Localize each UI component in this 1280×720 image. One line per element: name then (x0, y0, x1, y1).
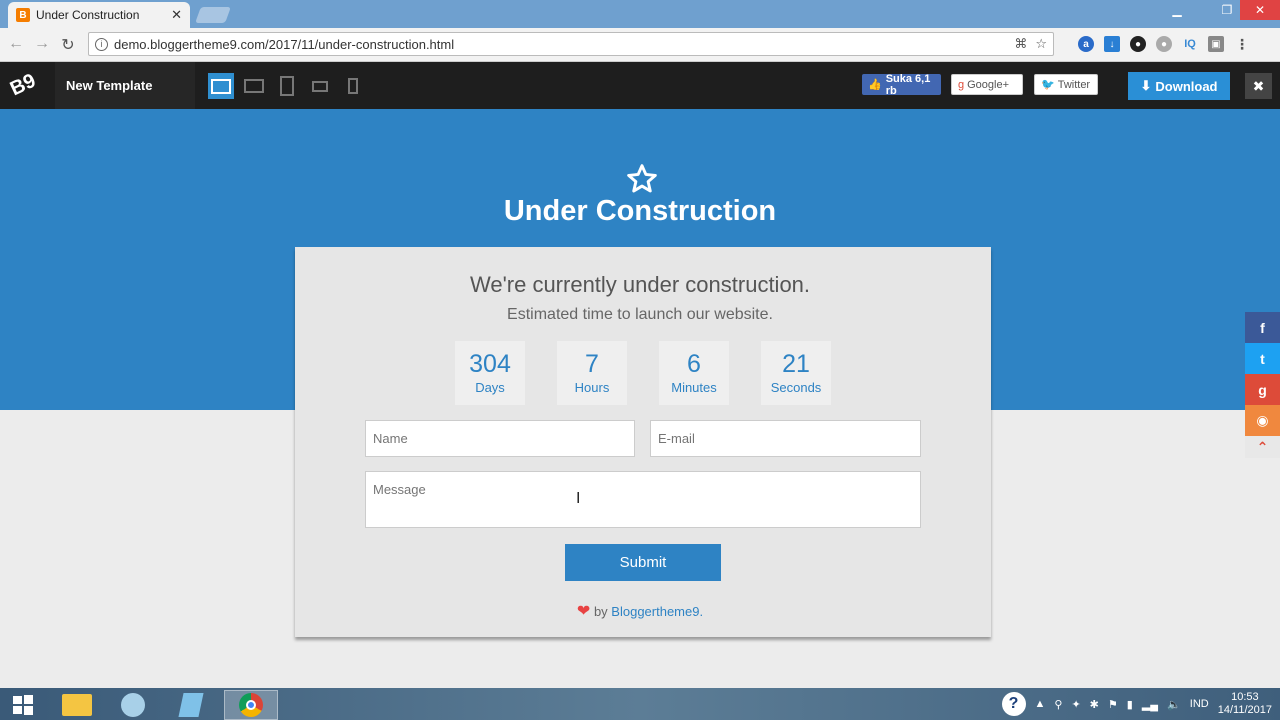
tablet-landscape-view-icon[interactable] (307, 73, 333, 99)
extension-grey-icon[interactable]: ● (1156, 36, 1172, 52)
laptop-view-icon[interactable] (241, 73, 267, 99)
star-icon (627, 164, 657, 193)
battery-icon[interactable]: ▮ (1127, 698, 1133, 711)
facebook-like-label: Suka 6,1 rb (885, 72, 931, 97)
countdown-value: 21 (782, 350, 810, 378)
signal-icon[interactable]: ▂▄ (1142, 698, 1158, 711)
message-field[interactable] (365, 471, 921, 528)
tablet-view-icon[interactable] (274, 73, 300, 99)
chrome-taskbar-icon[interactable] (224, 690, 278, 720)
extension-box-icon[interactable]: ▣ (1208, 36, 1224, 52)
phone-view-icon[interactable] (340, 73, 366, 99)
bookmark-star-icon[interactable]: ☆ (1035, 36, 1047, 52)
construction-subheadline: Estimated time to launch our website. (507, 306, 773, 323)
close-window-icon[interactable]: ✕ (1240, 0, 1280, 20)
facebook-share-icon[interactable]: f (1245, 312, 1280, 343)
download-label: Download (1155, 78, 1218, 94)
tab-title: Under Construction (36, 8, 140, 22)
clock-time: 10:53 (1231, 691, 1259, 703)
volume-icon[interactable]: 🔈 (1167, 698, 1181, 711)
dropbox-icon[interactable]: ✦ (1071, 698, 1080, 711)
rss-icon[interactable]: ◉ (1245, 405, 1280, 436)
google-plus-label: Google+ (967, 78, 1010, 91)
extension-dark-icon[interactable]: ● (1130, 36, 1146, 52)
text-cursor-icon: I (576, 490, 581, 507)
bloggertheme9-link[interactable]: Bloggertheme9. (611, 604, 703, 619)
clock-date: 14/11/2017 (1217, 704, 1272, 716)
site-info-icon[interactable]: i (95, 37, 108, 51)
download-extension-icon[interactable]: ↓ (1104, 36, 1120, 52)
twitter-share-icon[interactable]: t (1245, 343, 1280, 374)
credit-by: by (593, 604, 608, 619)
extension-a-icon[interactable]: a (1078, 36, 1094, 52)
thumbs-up-icon: 👍 (868, 79, 882, 91)
page-title: Under Construction (503, 195, 777, 227)
twitter-share-button[interactable]: 🐦 Twitter (1034, 74, 1098, 95)
help-icon[interactable]: ? (1001, 692, 1026, 716)
windows-taskbar: ? ▲ ⚲ ✦ ✱ ⚑ ▮ ▂▄ 🔈 IND 10:53 14/11/2017 (0, 688, 1280, 720)
tray-expand-icon[interactable]: ▲ (1035, 698, 1046, 710)
email-field[interactable] (650, 420, 921, 457)
new-tab-button[interactable] (195, 7, 231, 23)
countdown-value: 7 (585, 350, 599, 378)
extension-icons: a ↓ ● ● IQ ▣ ⋮ (1078, 36, 1250, 52)
facebook-like-button[interactable]: 👍 Suka 6,1 rb (862, 72, 941, 97)
countdown-label: Seconds (770, 380, 822, 395)
forward-arrow-icon[interactable]: → (32, 35, 52, 53)
chrome-menu-icon[interactable]: ⋮ (1234, 36, 1250, 52)
countdown-value: 304 (469, 350, 511, 378)
heart-icon: ❤ (576, 603, 591, 620)
file-explorer-icon[interactable] (52, 690, 102, 720)
windows-start-icon[interactable] (0, 690, 46, 720)
countdown-label: Hours (574, 380, 610, 395)
paint-icon[interactable] (108, 690, 158, 720)
countdown-days: 304 Days (455, 341, 525, 405)
back-arrow-icon[interactable]: ← (6, 35, 26, 53)
download-icon: ⬇ (1140, 78, 1152, 93)
template-name: New Template (55, 62, 195, 109)
url-text: demo.bloggertheme9.com/2017/11/under-con… (114, 36, 455, 52)
system-tray: ? ▲ ⚲ ✦ ✱ ⚑ ▮ ▂▄ 🔈 IND 10:53 14/11/2017 (1001, 688, 1280, 720)
network-icon[interactable]: ⚲ (1054, 698, 1062, 711)
clock[interactable]: 10:53 14/11/2017 (1218, 691, 1272, 717)
countdown-minutes: 6 Minutes (659, 341, 729, 405)
countdown-value: 6 (687, 350, 701, 378)
browser-tab[interactable]: B Under Construction ✕ (8, 2, 190, 28)
countdown-label: Days (475, 380, 505, 395)
blogger-favicon-icon: B (16, 8, 30, 22)
notepad-icon[interactable] (166, 690, 216, 720)
template-toolbar: B9 New Template 👍 Suka 6,1 rb g Google+ … (0, 62, 1280, 109)
scroll-top-icon[interactable]: ⌃ (1245, 436, 1280, 458)
browser-toolbar: ← → ↻ i demo.bloggertheme9.com/2017/11/u… (0, 28, 1280, 62)
submit-button[interactable]: Submit (565, 544, 721, 581)
credit-line: ❤ by Bloggertheme9. (0, 601, 1280, 621)
minimize-window-icon[interactable]: ▁ (1166, 0, 1188, 20)
flag-icon[interactable]: ⚑ (1108, 698, 1118, 711)
twitter-share-label: Twitter (1057, 78, 1091, 91)
bluetooth-icon[interactable]: ✱ (1090, 698, 1099, 711)
countdown-label: Minutes (671, 380, 717, 395)
maximize-window-icon[interactable]: ❐ (1216, 0, 1238, 20)
countdown-hours: 7 Hours (557, 341, 627, 405)
tab-close-icon[interactable]: ✕ (171, 7, 182, 23)
reload-icon[interactable]: ↻ (58, 35, 78, 55)
construction-headline: We're currently under construction. (469, 272, 811, 297)
google-plus-icon: g (958, 78, 965, 91)
iq-extension-icon[interactable]: IQ (1182, 36, 1198, 52)
language-indicator[interactable]: IND (1190, 698, 1209, 710)
browser-tab-strip: B Under Construction ✕ ▁ ❐ ✕ (0, 0, 1280, 28)
google-share-icon[interactable]: g (1245, 374, 1280, 405)
name-field[interactable] (365, 420, 635, 457)
bloggertheme9-logo[interactable]: B9 (0, 62, 47, 109)
twitter-bird-icon: 🐦 (1041, 79, 1055, 91)
download-button[interactable]: ⬇ Download (1128, 72, 1230, 100)
close-toolbar-icon[interactable]: ✖ (1245, 73, 1272, 99)
countdown-seconds: 21 Seconds (761, 341, 831, 405)
google-plus-button[interactable]: g Google+ (951, 74, 1023, 95)
address-bar[interactable]: i demo.bloggertheme9.com/2017/11/under-c… (88, 32, 1054, 56)
desktop-view-icon[interactable] (208, 73, 234, 99)
translate-icon[interactable]: ⌘ (1014, 36, 1027, 52)
